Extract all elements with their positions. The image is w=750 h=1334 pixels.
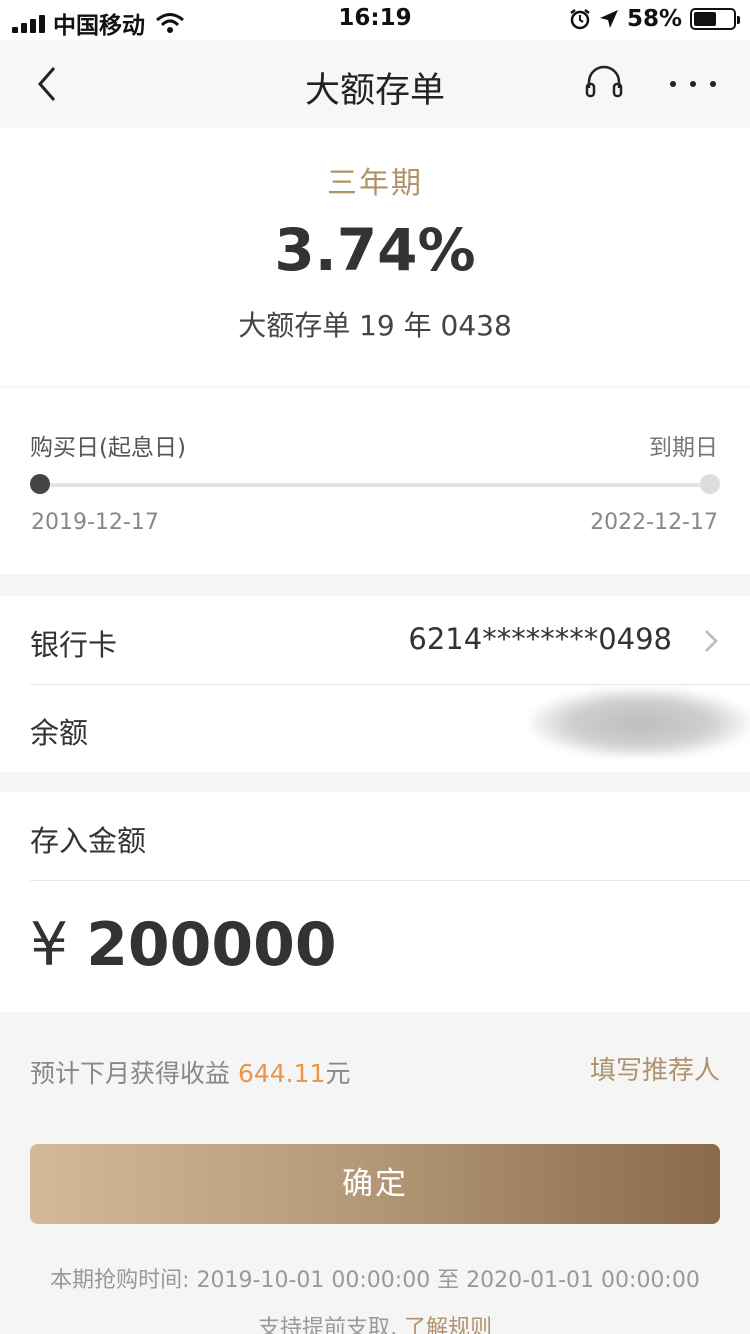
balance-label: 余额 — [30, 716, 89, 750]
referrer-link[interactable]: 填写推荐人 — [590, 1050, 720, 1087]
currency-symbol: ¥ — [30, 910, 69, 980]
headset-icon[interactable] — [584, 64, 624, 104]
location-icon — [599, 10, 618, 28]
divider — [30, 880, 750, 881]
term-label: 三年期 — [327, 166, 423, 201]
deposit-amount-input[interactable]: ¥200000 — [30, 910, 337, 980]
early-withdrawal-note: 支持提前支取, 了解规则 — [0, 1310, 750, 1334]
start-dot — [30, 474, 50, 494]
product-name: 大额存单 19 年 0438 — [238, 309, 512, 342]
end-dot — [700, 474, 720, 494]
estimate-unit: 元 — [325, 1059, 351, 1088]
start-date-label: 购买日(起息日) — [30, 435, 186, 461]
estimate-amount: 644.11 — [237, 1059, 326, 1088]
page-title: 大额存单 — [304, 71, 445, 111]
chevron-right-icon — [705, 630, 718, 652]
estimated-income: 预计下月获得收益 644.11元 — [30, 1054, 350, 1090]
bank-card-number: 6214********0498 — [408, 622, 672, 656]
start-date: 2019-12-17 — [31, 510, 159, 535]
battery-fill — [694, 12, 717, 26]
bank-card-row[interactable]: 银行卡 6214********0498 — [30, 596, 750, 684]
purchase-time: 本期抢购时间: 2019-10-01 00:00:00 至 2020-01-01… — [50, 1268, 700, 1293]
rate-card: 三年期 3.74% 大额存单 19 年 0438 — [0, 128, 750, 386]
estimate-prefix: 预计下月获得收益 — [30, 1059, 231, 1088]
deposit-amount-value: 200000 — [86, 910, 337, 980]
early-withdrawal-text: 支持提前支取, — [257, 1316, 397, 1334]
more-icon[interactable] — [670, 64, 716, 104]
end-date: 2022-12-17 — [590, 510, 718, 535]
status-right: 58% — [569, 6, 740, 32]
bank-card-label: 银行卡 — [30, 628, 118, 662]
period-track — [40, 483, 710, 487]
nav-bar: 大额存单 — [0, 40, 750, 128]
deposit-section: 存入金额 ¥200000 — [0, 792, 750, 1012]
alarm-icon — [570, 9, 590, 30]
balance-redaction — [530, 688, 750, 758]
interest-rate: 3.74% — [274, 216, 476, 284]
battery-icon — [690, 8, 740, 30]
status-bar: 中国移动 16:19 58% — [0, 0, 750, 40]
end-date-label: 到期日 — [649, 435, 718, 461]
period-card: 购买日(起息日) 到期日 2019-12-17 2022-12-17 — [0, 388, 750, 574]
bank-card-section: 银行卡 6214********0498 余额 — [0, 596, 750, 772]
deposit-label: 存入金额 — [30, 824, 147, 858]
confirm-button[interactable]: 确定 — [30, 1144, 720, 1224]
battery-percent: 58% — [626, 6, 682, 32]
rules-link[interactable]: 了解规则 — [404, 1316, 492, 1334]
